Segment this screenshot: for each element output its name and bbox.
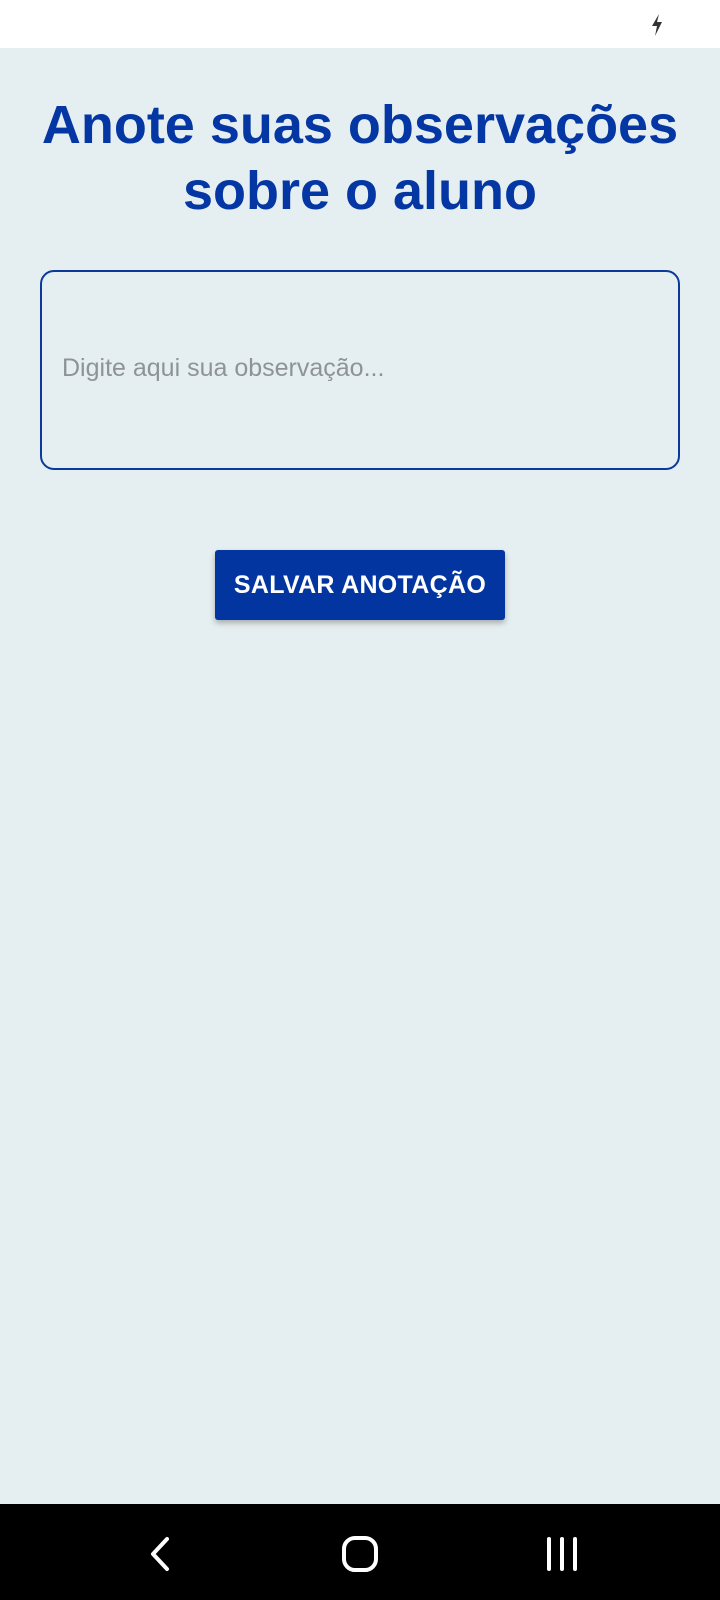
home-button[interactable] <box>330 1524 390 1584</box>
page-title: Anote suas observações sobre o aluno <box>41 95 679 221</box>
recent-apps-icon <box>547 1537 577 1571</box>
observation-input[interactable] <box>40 270 680 470</box>
home-icon <box>342 1536 378 1572</box>
recent-apps-button[interactable] <box>532 1524 592 1584</box>
status-bar <box>0 0 720 48</box>
back-button[interactable] <box>130 1524 190 1584</box>
flash-icon <box>652 14 662 36</box>
save-note-button[interactable]: SALVAR ANOTAÇÃO <box>215 550 505 620</box>
back-icon <box>151 1537 169 1571</box>
navigation-bar <box>0 1504 720 1600</box>
